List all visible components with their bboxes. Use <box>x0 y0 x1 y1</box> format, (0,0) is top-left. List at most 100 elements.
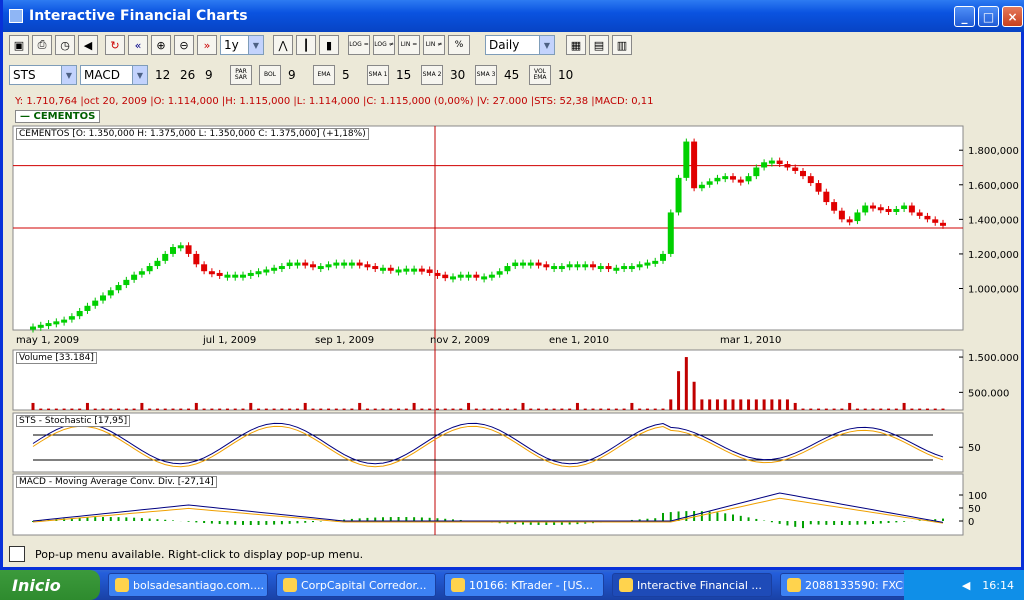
candle <box>940 222 946 226</box>
candle <box>302 262 309 266</box>
task-bolsa[interactable]: bolsadesantiago.com.... <box>108 573 268 597</box>
sts-panel-title: STS - Stochastic [17,95] <box>16 415 131 427</box>
app-icon <box>451 578 465 592</box>
task-interactive-financial[interactable]: Interactive Financial ... <box>612 573 772 597</box>
candle <box>232 274 239 278</box>
volume-bar <box>575 402 579 410</box>
volume-bar <box>451 408 455 410</box>
macd-histogram-bar <box>809 521 812 525</box>
candle <box>768 160 775 164</box>
candle <box>551 266 558 270</box>
volume-bar <box>389 408 393 410</box>
price-tick-label: 1.400,000 <box>968 215 1019 226</box>
candle <box>776 160 783 165</box>
x-tick-label: mar 1, 2010 <box>720 335 781 346</box>
candle <box>434 272 441 276</box>
task-ktrader[interactable]: 10166: KTrader - [US... <box>444 573 604 597</box>
candle <box>784 164 791 168</box>
macd-histogram-bar <box>405 517 408 521</box>
volume-bar <box>793 402 797 410</box>
candle <box>138 271 145 275</box>
volume-bar <box>505 408 509 410</box>
candle <box>100 295 106 301</box>
candle <box>68 316 75 320</box>
candle <box>442 274 449 279</box>
macd-histogram-bar <box>794 521 797 527</box>
candle <box>574 264 581 268</box>
candle <box>590 264 596 268</box>
volume-panel-title: Volume [33.184] <box>16 352 97 364</box>
candle <box>753 167 760 177</box>
volume-bar <box>770 399 774 410</box>
macd-histogram-bar <box>296 521 299 524</box>
macd-histogram-bar <box>778 521 781 524</box>
start-button[interactable]: Inicio <box>0 570 100 600</box>
macd-histogram-bar <box>747 517 750 521</box>
candle <box>854 212 861 222</box>
macd-histogram-bar <box>724 513 727 521</box>
candle <box>722 176 729 180</box>
volume-bar <box>879 408 883 410</box>
volume-bar <box>754 399 758 410</box>
volume-bar <box>233 408 237 410</box>
volume-bar <box>334 408 338 410</box>
volume-bar <box>700 399 704 410</box>
tray-arrow-icon[interactable]: ◀ <box>962 579 970 592</box>
volume-bar <box>148 408 152 410</box>
popup-menu-icon[interactable] <box>9 546 25 562</box>
macd-histogram-bar <box>662 512 664 521</box>
macd-histogram-bar <box>133 517 136 521</box>
volume-bar <box>109 408 113 410</box>
macd-histogram-bar <box>86 517 89 521</box>
candle <box>512 262 519 267</box>
sts-tick-label: 50 <box>968 443 981 454</box>
task-corpcapital[interactable]: CorpCapital Corredor... <box>276 573 436 597</box>
volume-bar <box>824 408 828 410</box>
clock: 16:14 <box>982 578 1014 592</box>
candle <box>333 262 340 266</box>
volume-bar <box>342 408 346 410</box>
macd-histogram-bar <box>879 521 882 524</box>
volume-bar <box>583 408 587 410</box>
macd-histogram-bar <box>226 521 229 525</box>
x-tick-label: jul 1, 2009 <box>202 335 256 346</box>
candle <box>37 324 44 328</box>
volume-bar <box>855 408 859 410</box>
candle <box>714 177 721 182</box>
volume-bar <box>918 408 922 410</box>
candle <box>504 266 511 272</box>
volume-bar <box>70 408 74 410</box>
volume-bar <box>638 408 642 410</box>
x-tick-label: sep 1, 2009 <box>315 335 374 346</box>
candle <box>815 183 822 192</box>
volume-bar <box>645 408 649 410</box>
macd-histogram-bar <box>187 521 190 522</box>
chart-canvas[interactable]: 1.000,000 1.200,000 1.400,000 1.600,000 1.80… <box>3 0 1024 545</box>
volume-bar <box>365 408 369 410</box>
volume-bar <box>513 408 517 410</box>
candle <box>278 266 285 270</box>
candle <box>255 271 262 275</box>
volume-bar <box>225 408 229 410</box>
volume-bar <box>832 408 836 410</box>
macd-histogram-bar <box>413 517 416 521</box>
candle <box>652 260 659 264</box>
candle <box>465 274 472 278</box>
volume-bar <box>420 408 424 410</box>
volume-bar <box>404 408 408 410</box>
volume-bar <box>925 408 929 410</box>
volume-bar <box>62 408 66 410</box>
macd-histogram-bar <box>887 521 890 523</box>
volume-bar <box>785 399 789 410</box>
volume-bar <box>552 408 556 410</box>
candle <box>831 202 838 211</box>
volume-bar <box>490 408 494 410</box>
candle <box>411 268 418 272</box>
volume-bar <box>327 408 331 410</box>
candle <box>457 274 464 278</box>
macd-histogram-bar <box>895 521 898 523</box>
candle <box>730 176 736 180</box>
price-tick-label: 1.200,000 <box>968 250 1019 261</box>
macd-histogram-bar <box>382 517 384 521</box>
candle <box>636 264 643 268</box>
